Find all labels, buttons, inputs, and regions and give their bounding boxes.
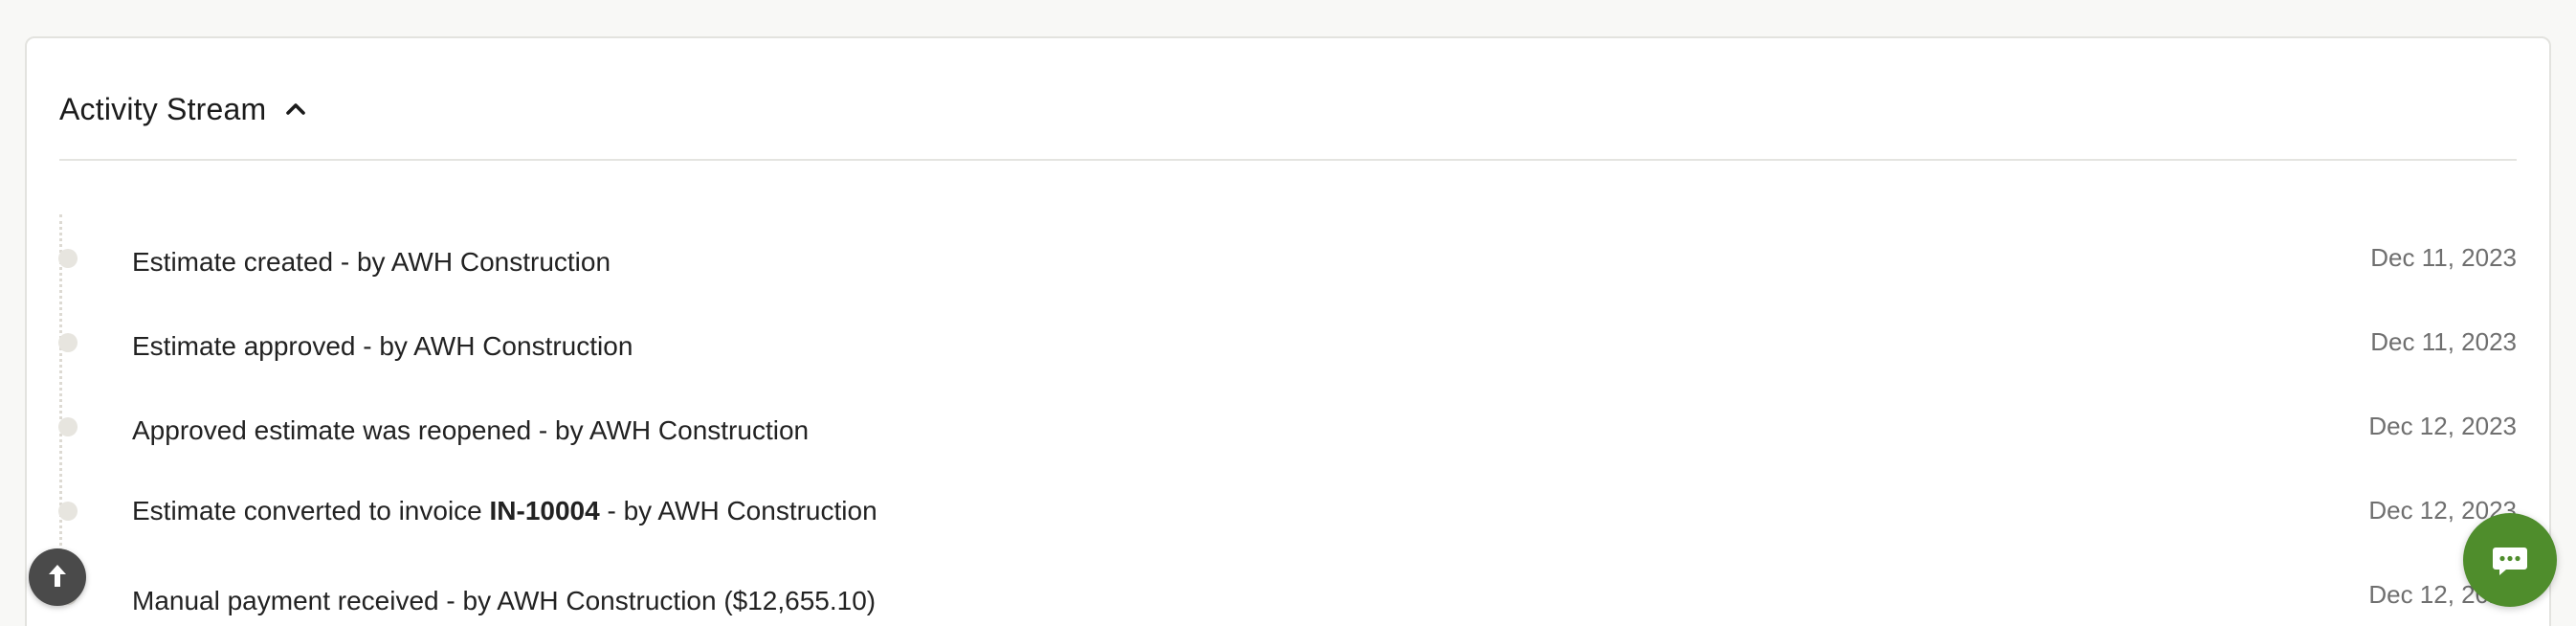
timeline-dot (58, 333, 78, 352)
arrow-up-icon (44, 561, 71, 594)
timeline-dot (58, 502, 78, 521)
chat-bubble-icon (2492, 546, 2528, 575)
activity-item: Manual payment received - by AWH Constru… (58, 574, 2517, 626)
activity-text: Estimate converted to invoice IN-10004 -… (132, 496, 877, 525)
activity-date: Dec 11, 2023 (2370, 327, 2517, 356)
activity-text: Estimate approved - by AWH Construction (132, 331, 633, 361)
chat-button[interactable] (2463, 513, 2557, 607)
activity-item: Estimate converted to invoice IN-10004 -… (58, 490, 2517, 548)
activity-item: Approved estimate was reopened - by AWH … (58, 406, 2517, 463)
invoice-link[interactable]: IN-10004 (490, 496, 600, 525)
activity-stream-title: Activity Stream (59, 91, 267, 126)
chevron-up-icon[interactable] (283, 97, 308, 122)
timeline-dot (58, 249, 78, 268)
activity-item: Estimate created - by AWH Construction D… (58, 237, 2517, 295)
page: Activity Stream Estimate created - by AW… (0, 0, 2576, 626)
activity-text: Approved estimate was reopened - by AWH … (132, 415, 810, 445)
activity-text: Manual payment received - by AWH Constru… (132, 586, 877, 615)
activity-text: Estimate created - by AWH Construction (132, 247, 611, 277)
activity-date: Dec 11, 2023 (2370, 243, 2517, 272)
header-divider (59, 159, 2517, 161)
activity-stream-header[interactable]: Activity Stream (59, 80, 308, 138)
scroll-to-top-button[interactable] (29, 548, 86, 606)
activity-item: Estimate approved - by AWH Construction … (58, 322, 2517, 379)
activity-date: Dec 12, 2023 (2368, 412, 2517, 440)
activity-stream-card: Activity Stream Estimate created - by AW… (25, 36, 2551, 626)
timeline-dot (58, 417, 78, 436)
